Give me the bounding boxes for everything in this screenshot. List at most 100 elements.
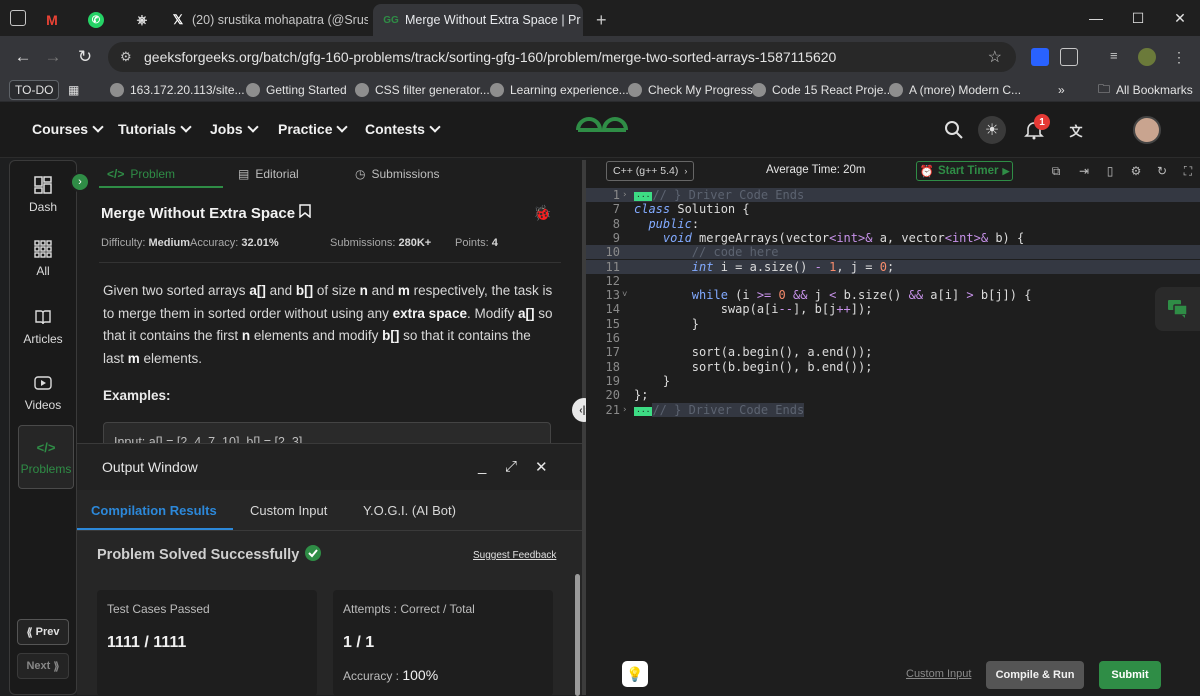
bookmark-item[interactable]: 163.172.20.113/site... (110, 80, 245, 100)
chat-button[interactable] (1155, 287, 1200, 331)
start-timer-button[interactable]: ⏰ Start Timer ▶ (916, 161, 1013, 181)
language-select[interactable]: C++ (g++ 5.4) › (606, 161, 694, 181)
lightbulb-icon[interactable]: 💡 (622, 661, 648, 687)
code-line: 7 class Solution { (612, 202, 750, 217)
play-icon: ▶ (1002, 165, 1010, 176)
bug-report-icon[interactable]: 🐞 (533, 204, 552, 222)
bookmark-item[interactable]: Check My Progress (628, 80, 753, 100)
tab-gmail[interactable]: M (34, 4, 70, 36)
apps-grid-icon[interactable]: ▦ (68, 80, 79, 100)
code-line: 10 // code here (586, 245, 1200, 260)
divider (77, 530, 582, 531)
code-line: 11 int i = a.size() - 1, j = 0; (586, 259, 1200, 274)
dashboard-icon (34, 176, 52, 194)
next-button[interactable]: Next ⟫ (17, 653, 69, 679)
theme-toggle-icon[interactable]: ☀ (978, 116, 1006, 144)
minimize-icon[interactable]: _ (478, 458, 486, 475)
submit-button[interactable]: Submit (1099, 661, 1161, 689)
reset-icon[interactable]: ↻ (1154, 163, 1170, 179)
chevron-down-icon: › (684, 166, 688, 176)
search-icon[interactable] (940, 116, 968, 144)
code-line: 14 swap(a[i--], b[j++]); (605, 302, 873, 317)
bookmark-icon[interactable] (299, 204, 311, 222)
bookmarks-bar: TO-DO ▦ 163.172.20.113/site... Getting S… (0, 78, 1200, 102)
sidebar-item-all[interactable]: All (10, 227, 76, 291)
nav-practice[interactable]: Practice (278, 121, 349, 137)
bookmark-item[interactable]: A (more) Modern C... (889, 80, 1021, 100)
left-sidebar: Dash All Articles Videos </> Problems ⟪ … (9, 160, 77, 695)
tab-submissions[interactable]: ◷ Submissions (355, 160, 440, 188)
tab-gfg-active[interactable]: GG Merge Without Extra Space | Pr ✕ (373, 4, 583, 36)
reload-icon[interactable]: ↻ (74, 46, 96, 68)
tab-custom-input[interactable]: Custom Input (250, 503, 327, 518)
all-bookmarks[interactable]: 🗀 All Bookmarks (1098, 80, 1193, 100)
custom-input-link[interactable]: Custom Input (906, 668, 971, 680)
code-line: 19 } (605, 373, 671, 388)
tab-editorial[interactable]: ▤ Editorial (238, 160, 299, 188)
sidebar-item-problems[interactable]: </> Problems (18, 425, 74, 489)
compile-run-button[interactable]: Compile & Run (986, 661, 1084, 689)
nav-tutorials[interactable]: Tutorials (118, 121, 192, 137)
more-bookmarks-icon[interactable]: » (1058, 80, 1065, 100)
maximize-icon[interactable]: ☐ (1118, 6, 1158, 30)
document-icon: ▤ (238, 167, 250, 181)
chevron-down-icon (247, 121, 259, 133)
extension-icon[interactable] (1031, 48, 1049, 66)
tab-search-icon[interactable] (10, 10, 26, 26)
difficulty-meta: Difficulty: Medium (101, 237, 191, 249)
bookmark-item[interactable]: CSS filter generator... (355, 80, 490, 100)
window-close-icon[interactable]: ✕ (1160, 6, 1200, 30)
bookmark-item[interactable]: Getting Started (246, 80, 347, 100)
extensions-puzzle-icon[interactable] (1060, 48, 1078, 66)
nav-courses[interactable]: Courses (32, 121, 104, 137)
forward-icon[interactable]: → (42, 46, 64, 68)
menu-icon[interactable]: ⋮ (1170, 48, 1188, 66)
code-editor[interactable]: 1 › ···// } Driver Code Ends 7 class Soluti… (586, 188, 1200, 654)
alarm-icon: ⏰ (919, 166, 934, 178)
tab-chatgpt[interactable]: ⎈ (124, 4, 160, 36)
tab-label: Merge Without Extra Space | Pr (405, 13, 581, 27)
sidebar-item-dash[interactable]: Dash (10, 163, 76, 227)
site-icon (355, 83, 369, 97)
file-icon[interactable]: ▯ (1102, 163, 1118, 179)
chevron-down-icon (180, 121, 192, 133)
tab-problem[interactable]: </> Problem (107, 160, 175, 188)
nav-jobs[interactable]: Jobs (210, 121, 259, 137)
settings-icon[interactable]: ⚙ (1128, 163, 1144, 179)
new-tab-button[interactable]: + (586, 4, 612, 36)
browser-tab-strip: M ✆ ⎈ 𝕏 (20) srustika mohapatra (@Srus ✕… (0, 0, 1200, 36)
collapse-sidebar-icon[interactable]: › (70, 172, 90, 192)
bookmark-item[interactable]: Learning experience... (490, 80, 629, 100)
close-icon[interactable]: ✕ (535, 458, 548, 476)
avatar[interactable] (1133, 116, 1161, 144)
site-info-icon[interactable]: ⚙ (120, 49, 132, 65)
fullscreen-icon[interactable]: ⛶ (1180, 163, 1196, 179)
back-icon[interactable]: ← (12, 46, 34, 68)
sidebar-item-videos[interactable]: Videos (10, 361, 76, 425)
tab-yogi-bot[interactable]: Y.O.G.I. (AI Bot) (363, 503, 456, 518)
tab-x[interactable]: 𝕏 (20) srustika mohapatra (@Srus ✕ (160, 4, 368, 36)
bookmark-item[interactable]: Code 15 React Proje... (752, 80, 893, 100)
suggest-feedback-link[interactable]: Suggest Feedback (473, 550, 556, 561)
minimize-icon[interactable]: — (1076, 6, 1116, 30)
gfg-logo[interactable] (574, 114, 630, 146)
sidebar-item-articles[interactable]: Articles (10, 295, 76, 359)
code-line: 1 › ···// } Driver Code Ends (586, 188, 1200, 203)
tab-whatsapp[interactable]: ✆ (78, 4, 114, 36)
media-icon[interactable]: ≡ (1110, 48, 1128, 66)
bookmark-star-icon[interactable]: ☆ (988, 47, 1002, 67)
output-window: Output Window _ ⤢ ✕ Compilation Results … (77, 443, 582, 696)
tab-compilation-results[interactable]: Compilation Results (91, 503, 217, 518)
copy-icon[interactable]: ⧉ (1048, 163, 1064, 179)
profile-avatar[interactable] (1138, 48, 1156, 66)
bookmark-todo[interactable]: TO-DO (9, 80, 60, 100)
import-icon[interactable]: ⇥ (1076, 163, 1092, 179)
translate-icon[interactable]: 文 (1062, 116, 1090, 144)
expand-icon[interactable]: ⤢ (505, 458, 517, 475)
prev-button[interactable]: ⟪ Prev (17, 619, 69, 645)
nav-contests[interactable]: Contests (365, 121, 441, 137)
problem-description: Given two sorted arrays a[] and b[] of s… (103, 283, 553, 366)
address-bar[interactable]: ⚙ geeksforgeeks.org/batch/gfg-160-proble… (108, 42, 1016, 72)
scrollbar[interactable] (575, 574, 580, 696)
code-line: 20}; (605, 388, 649, 403)
